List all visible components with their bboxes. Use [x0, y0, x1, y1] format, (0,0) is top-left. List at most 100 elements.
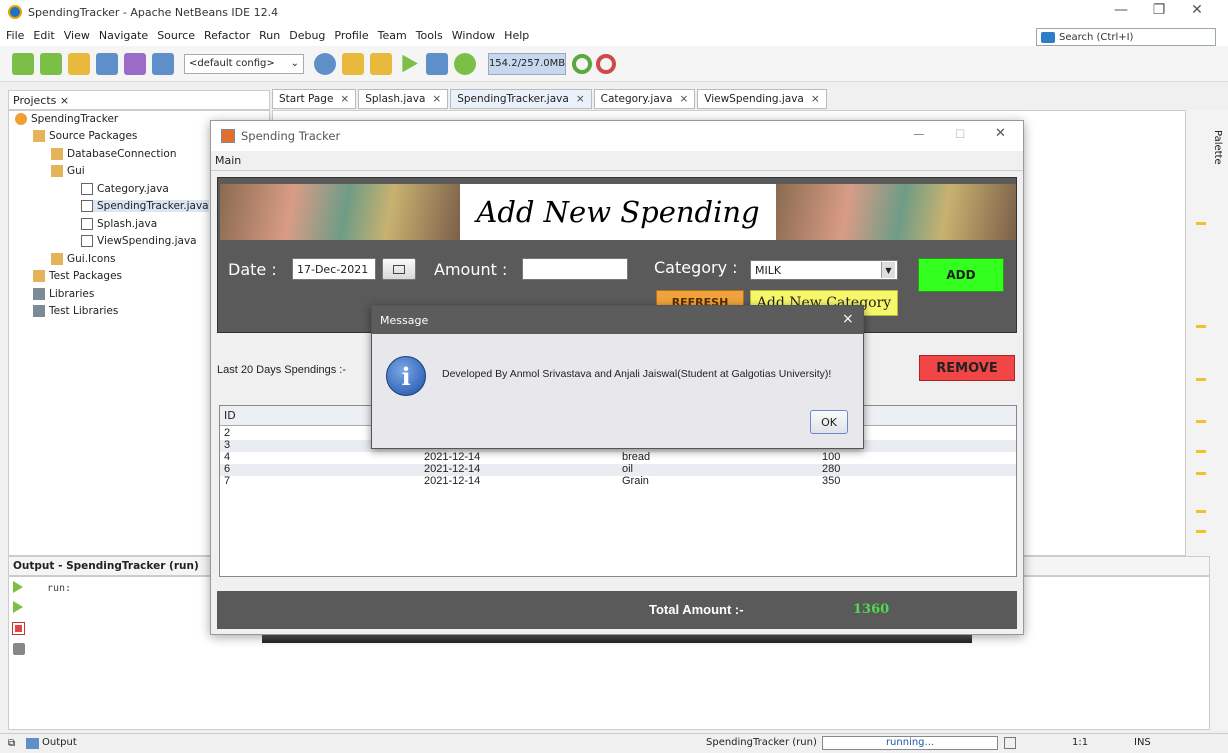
calendar-icon	[393, 264, 405, 274]
close-icon[interactable]: ×	[679, 93, 688, 105]
minimize-icon[interactable]: —	[1104, 2, 1138, 18]
palette-tab[interactable]: Palette	[1212, 130, 1223, 165]
currency-image-left	[220, 184, 460, 240]
minimize-icon[interactable]: —	[913, 127, 925, 141]
menu-refactor[interactable]: Refactor	[204, 29, 250, 42]
redo-icon[interactable]	[152, 52, 174, 75]
stop-icon[interactable]	[12, 622, 25, 635]
row-item: Grain	[622, 475, 649, 487]
remove-button[interactable]: REMOVE	[919, 355, 1015, 381]
debug-icon[interactable]	[426, 52, 448, 75]
tree-test-libraries[interactable]: Test Libraries	[33, 305, 118, 317]
cancel-progress-icon[interactable]	[1004, 737, 1016, 749]
build-icon[interactable]	[370, 52, 392, 75]
search-icon	[1041, 31, 1055, 43]
date-field[interactable]: 17-Dec-2021	[292, 258, 376, 280]
row-item: bread	[622, 451, 651, 463]
rerun-with-options-icon[interactable]	[13, 601, 23, 613]
memory-indicator[interactable]: 154.2/257.0MB	[488, 52, 566, 75]
menu-debug[interactable]: Debug	[289, 29, 325, 42]
close-icon[interactable]: ×	[842, 311, 854, 327]
menu-team[interactable]: Team	[378, 29, 407, 42]
menu-edit[interactable]: Edit	[33, 29, 54, 42]
profiler-snapshot-icon[interactable]	[596, 53, 616, 74]
tab-splash[interactable]: Splash.java ×	[358, 89, 449, 109]
menu-window[interactable]: Window	[452, 29, 495, 42]
editor-tabs: Start Page × Splash.java × SpendingTracker…	[272, 88, 827, 110]
tree-gui[interactable]: Gui	[51, 165, 85, 177]
tree-source-packages[interactable]: Source Packages	[33, 130, 137, 142]
tree-file-viewspending[interactable]: ViewSpending.java	[81, 235, 197, 247]
error-stripe-mark	[1196, 222, 1206, 225]
run-progress[interactable]: running...	[822, 736, 998, 750]
menu-help[interactable]: Help	[504, 29, 529, 42]
calendar-button[interactable]	[382, 258, 416, 280]
run-icon[interactable]	[402, 54, 418, 73]
menu-file[interactable]: File	[6, 29, 24, 42]
error-stripe-mark	[1196, 450, 1206, 453]
tree-gui-icons[interactable]: Gui.Icons	[51, 253, 115, 265]
tree-file-splash[interactable]: Splash.java	[81, 218, 157, 230]
undo-icon[interactable]	[124, 52, 146, 75]
close-icon[interactable]: ×	[340, 93, 349, 105]
config-select[interactable]: <default config> ⌄	[184, 53, 304, 74]
amount-input[interactable]	[522, 258, 628, 280]
status-output-label[interactable]: Output	[42, 737, 77, 748]
table-row[interactable]: 6 2021-12-14 oil 280	[220, 463, 1016, 476]
package-icon	[33, 270, 45, 282]
tab-spendingtracker[interactable]: SpendingTracker.java ×	[450, 89, 592, 109]
menu-source[interactable]: Source	[157, 29, 195, 42]
tab-category[interactable]: Category.java ×	[593, 89, 696, 109]
new-file-icon[interactable]	[12, 52, 34, 75]
globe-icon[interactable]	[314, 52, 336, 75]
close-icon[interactable]: ×	[811, 93, 820, 105]
close-icon[interactable]: ✕	[995, 126, 1006, 141]
restore-icon[interactable]: ❐	[1142, 2, 1176, 18]
settings-icon[interactable]	[13, 643, 25, 655]
java-file-icon	[81, 218, 93, 230]
menu-view[interactable]: View	[64, 29, 90, 42]
ide-search-input[interactable]: Search (Ctrl+I)	[1036, 28, 1216, 46]
save-all-icon[interactable]	[96, 52, 118, 75]
close-icon[interactable]: ✕	[1180, 2, 1214, 18]
tree-test-packages[interactable]: Test Packages	[33, 270, 122, 282]
tree-database-connection[interactable]: DatabaseConnection	[51, 148, 177, 160]
column-id-header[interactable]: ID	[224, 409, 236, 422]
tab-viewspending[interactable]: ViewSpending.java ×	[697, 89, 827, 109]
add-button[interactable]: ADD	[918, 258, 1004, 292]
menu-main[interactable]: Main	[215, 154, 241, 167]
gc-icon[interactable]	[572, 53, 592, 74]
dialog-message: Developed By Anmol Srivastava and Anjali…	[442, 368, 832, 380]
close-icon[interactable]: ×	[432, 93, 441, 105]
tree-libraries[interactable]: Libraries	[33, 288, 94, 300]
row-amount: 100	[822, 451, 841, 463]
tab-start-page[interactable]: Start Page ×	[272, 89, 357, 109]
menu-run[interactable]: Run	[259, 29, 280, 42]
close-icon[interactable]: ×	[576, 93, 585, 105]
menu-profile[interactable]: Profile	[334, 29, 368, 42]
rerun-icon[interactable]	[13, 581, 23, 593]
projects-tab[interactable]: Projects ×	[8, 90, 270, 110]
background-image-edge	[262, 635, 972, 643]
row-date: 2021-12-14	[424, 463, 481, 475]
output-text: run:	[47, 583, 72, 594]
tree-file-spendingtracker[interactable]: SpendingTracker.java	[81, 200, 209, 212]
java-file-icon	[81, 183, 93, 195]
tree-project[interactable]: SpendingTracker	[15, 113, 118, 125]
open-project-icon[interactable]	[68, 52, 90, 75]
category-select[interactable]: MILK ▼	[750, 260, 898, 280]
profile-icon[interactable]	[454, 52, 476, 75]
netbeans-icon	[8, 5, 22, 19]
clean-build-icon[interactable]	[342, 52, 364, 75]
new-project-icon[interactable]	[40, 52, 62, 75]
maximize-icon[interactable]: ☐	[955, 127, 965, 141]
menu-tools[interactable]: Tools	[416, 29, 443, 42]
category-value: MILK	[755, 263, 782, 277]
tree-file-category[interactable]: Category.java	[81, 183, 169, 195]
table-row[interactable]: 4 2021-12-14 bread 100	[220, 451, 1016, 464]
package-icon	[51, 148, 63, 160]
table-row[interactable]: 7 2021-12-14 Grain 350	[220, 475, 1016, 488]
menu-navigate[interactable]: Navigate	[99, 29, 148, 42]
ok-button[interactable]: OK	[810, 410, 848, 434]
restore-window-icon[interactable]: ⧉	[8, 738, 15, 749]
